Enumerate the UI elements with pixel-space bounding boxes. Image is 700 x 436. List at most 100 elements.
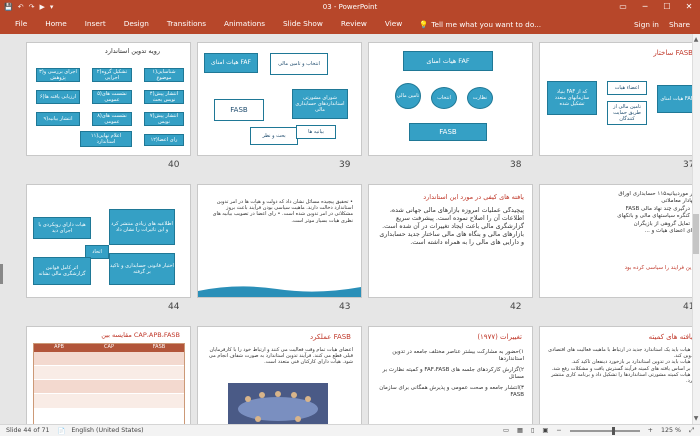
flow-box: ۲)تشکیل گروه اجرایی [92, 68, 132, 82]
flow-box: ۳)اجرای بررسی و پژوهش [36, 68, 80, 82]
tell-me-text: Tell me what you want to do... [431, 19, 542, 29]
flow-circle: نظارت [467, 87, 493, 109]
meeting-photo [228, 383, 328, 424]
slide-thumbnail-40[interactable]: رویه تدوین استاندارد ۱)شناسایی موضوع ۲)ت… [26, 42, 191, 156]
flow-circle: انتخاب [431, 87, 457, 109]
flow-box: FASB [409, 123, 487, 141]
flow-box: هیات امنای FAF [204, 53, 258, 73]
ribbon-right: Sign in Share [634, 20, 700, 29]
customize-qat-icon[interactable]: ▾ [50, 3, 54, 11]
tab-view[interactable]: View [376, 14, 411, 34]
tab-design[interactable]: Design [115, 14, 158, 34]
table-row [34, 380, 184, 394]
slide-thumbnail-47[interactable]: تغییرات (۱۹۷۷) ۱)حضور به مشارکت بیشتر عن… [368, 326, 533, 424]
flow-box: هیات دارای رویکردی با اجرای دید [33, 217, 91, 239]
slide-footer-wave [198, 286, 361, 297]
tab-transitions[interactable]: Transitions [158, 14, 215, 34]
language-indicator[interactable]: English (United States) [71, 427, 143, 434]
maximize-icon[interactable]: ☐ [656, 0, 678, 14]
body-line: در موردبیانیه۱۱۵ حسابداری اوراق [618, 191, 695, 197]
slide-title: عملکرد FASB [309, 333, 351, 341]
normal-view-icon[interactable]: ▭ [503, 427, 509, 434]
slide-title: ساختار FASB [653, 49, 693, 57]
body-line: • بر اساس یافته های کمیته فرآیند گسترش ی… [551, 365, 695, 372]
flow-box: هیات امنای FAF [657, 85, 697, 113]
slide-thumbnail-38[interactable]: هیات امنای FAF تامین مالی انتخاب نظارت F… [368, 42, 533, 156]
slide-title: یافته های کیفی در مورد این استاندارد [423, 193, 524, 201]
body-line: • هیات کمیته مشورتی استانداردها را تشکیل… [551, 371, 695, 385]
body-line: بهادار معاملاتی [661, 198, 695, 205]
body-line: ۱)حضور به مشارکت بیشتر عناصر مختلف جامعه… [392, 349, 524, 362]
lightbulb-icon: 💡 [419, 19, 429, 29]
proofing-icon[interactable]: 📄 [57, 427, 65, 435]
table-row [34, 352, 184, 366]
vertical-scrollbar[interactable]: ▲ ▼ [692, 34, 700, 424]
flow-box: ۱۲)رای اعضا [144, 134, 184, 146]
zoom-level[interactable]: 125 % [661, 427, 681, 434]
slide-thumbnail-37[interactable]: ساختار FASB هیات امنای FAF اعضاء هیات بن… [539, 42, 700, 156]
slide-number: 44 [168, 302, 180, 312]
flow-box: انتخاب و تامین مالی [270, 53, 328, 75]
tab-slide-show[interactable]: Slide Show [274, 14, 332, 34]
flow-box: ۵)نشست های عمومی [92, 90, 132, 104]
tab-animations[interactable]: Animations [215, 14, 274, 34]
tell-me-box[interactable]: 💡 Tell me what you want to do... [419, 20, 541, 29]
slide-thumbnail-39[interactable]: هیات امنای FAF انتخاب و تامین مالی FASB … [197, 42, 362, 156]
slide-thumbnail-43[interactable]: • تحقیق پیچیده مسائل نشان داد که دولت و … [197, 184, 362, 298]
tab-insert[interactable]: Insert [76, 14, 115, 34]
tab-home[interactable]: Home [36, 14, 76, 34]
table-header-cell: APB [54, 344, 64, 350]
window-controls: ▭ ─ ☐ ✕ [612, 0, 700, 14]
slideshow-view-icon[interactable]: ▣ [542, 427, 548, 434]
slide-number: 38 [510, 160, 522, 170]
redo-icon[interactable]: ↷ [29, 3, 35, 11]
zoom-slider[interactable] [569, 426, 640, 435]
flow-box: اعضاء هیات [607, 81, 647, 95]
close-icon[interactable]: ✕ [678, 0, 700, 14]
body-line: • کنگره سیاستهای مالی و بانکهای [617, 213, 695, 220]
slide-thumbnail-44[interactable]: هیات دارای رویکردی با اجرای دید اطلاعیه … [26, 184, 191, 298]
slide-sorter-icon[interactable]: ▦ [517, 427, 523, 434]
save-icon[interactable]: 💾 [4, 3, 13, 11]
slide-thumbnail-45[interactable]: مقایسه بین CAP،APB،FASB APB CAP FASB [26, 326, 191, 424]
quick-access-toolbar: 💾 ↶ ↷ ▶ ▾ [0, 3, 53, 11]
slide-body: ۱)حضور به مشارکت بیشتر عناصر مختلف جامعه… [377, 349, 524, 424]
title-bar: 💾 ↶ ↷ ▶ ▾ 03 - PowerPoint ▭ ─ ☐ ✕ [0, 0, 700, 14]
zoom-out-icon[interactable]: − [556, 427, 561, 434]
slide-note: این فرآیند را سیاسی کرده بود [624, 265, 693, 271]
slide-thumbnail-41[interactable]: در موردبیانیه۱۱۵ حسابداری اوراق بهادار م… [539, 184, 700, 298]
flow-box: اطلاعیه های زیادی منتشر کرد و این تاثیرا… [109, 209, 175, 245]
slide-title: یافته های کمیته [648, 333, 693, 341]
tab-file[interactable]: File [6, 14, 36, 34]
slide-title: رویه تدوین استاندارد [104, 47, 160, 55]
slide-number: 39 [339, 160, 351, 170]
undo-icon[interactable]: ↶ [18, 3, 24, 11]
slide-thumbnail-46[interactable]: عملکرد FASB اعضای هیات تمام وقت فعالیت م… [197, 326, 362, 424]
ribbon-display-icon[interactable]: ▭ [612, 0, 634, 14]
slide-thumbnail-42[interactable]: یافته های کیفی در مورد این استاندارد پیچ… [368, 184, 533, 298]
zoom-in-icon[interactable]: + [648, 427, 653, 434]
start-slideshow-icon[interactable]: ▶ [39, 3, 44, 11]
body-line: ۲)گزارش کارکردهای جلسه های FAF،FASB و کم… [382, 367, 524, 380]
scrollbar-thumb[interactable] [693, 214, 699, 254]
flow-box: ۶)ارزیابی یافته ها [36, 90, 80, 104]
body-line: • تمایل گروهی از بازیگران [633, 220, 695, 227]
flow-box: اثر کامل قوانین گزارشگری مالی نشانه [33, 257, 91, 285]
slide-thumbnail-48[interactable]: یافته های کمیته • هیات باید یک استاندارد… [539, 326, 700, 424]
share-button[interactable]: Share [669, 20, 690, 29]
slide-body: پیچیدگی عملیات امروزه بازارهای مالی جهان… [379, 207, 524, 246]
slide-body: • تحقیق پیچیده مسائل نشان داد که دولت و … [212, 199, 353, 224]
sign-in-link[interactable]: Sign in [634, 20, 659, 29]
flow-box: هیات امنای FAF [403, 51, 493, 71]
flow-box: ۷)انتشار پیش نویس [144, 112, 184, 126]
tab-review[interactable]: Review [332, 14, 376, 34]
reading-view-icon[interactable]: ▯ [531, 427, 534, 434]
slide-body: اعضای هیات تمام وقت فعالیت می کنند و ارت… [208, 347, 353, 366]
scroll-up-icon[interactable]: ▲ [693, 36, 699, 43]
fit-to-window-icon[interactable]: ⤢ [689, 427, 694, 435]
slide-title: تغییرات (۱۹۷۷) [477, 333, 522, 341]
scroll-down-icon[interactable]: ▼ [693, 415, 699, 422]
body-line: ۳)انتشار جامعه و صحت عمومی و پذیرش همگان… [379, 385, 524, 398]
slide-number: 43 [339, 302, 351, 312]
minimize-icon[interactable]: ─ [634, 0, 656, 14]
